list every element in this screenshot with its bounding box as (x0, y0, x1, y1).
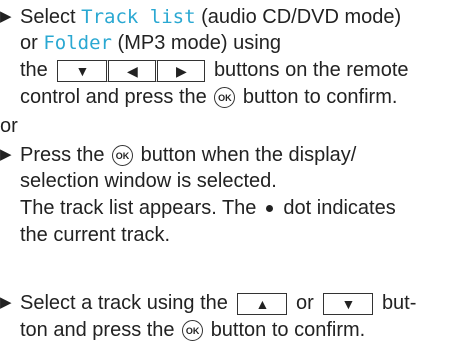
step1-line-1: Select Track list (audio CD/DVD mode) (20, 6, 402, 28)
step1-line-3: the ▼ ◀ ▶ buttons on the remote (20, 59, 409, 82)
step3-line-1: Select a track using the ▲ or ▼ but- (20, 292, 417, 315)
bullet-arrow-icon: ▶ (0, 8, 12, 25)
bullet-arrow-icon: ▶ (0, 146, 12, 163)
step2-line-3: The track list appears. The dot indicates (20, 197, 396, 219)
bullet-arrow-icon: ▶ (0, 294, 12, 311)
left-key-icon: ◀ (106, 59, 157, 82)
ok-button-icon: OK (214, 87, 236, 109)
step1-line-2: or Folder (MP3 mode) using (20, 32, 281, 54)
current-track-dot-icon (266, 205, 274, 213)
folder-highlight: Folder (43, 32, 112, 54)
track-list-highlight: Track list (81, 6, 196, 28)
ok-button-icon: OK (112, 145, 134, 167)
ok-button-icon: OK (182, 320, 204, 342)
step2-line-4: the current track. (20, 224, 171, 246)
down-key-icon: ▼ (57, 59, 108, 82)
or-separator-text: or (0, 115, 18, 137)
down-key-icon: ▼ (323, 292, 374, 315)
step2-line-2: selection window is selected. (20, 170, 277, 192)
right-key-icon: ▶ (155, 59, 206, 82)
remote-keys-group: ▼ ◀ ▶ (57, 59, 206, 82)
step2-line-1: Press the OK button when the display/ (20, 144, 357, 167)
step1-line-4: control and press the OK button to confi… (20, 86, 398, 109)
step3-line-2: ton and press the OK button to confirm. (20, 319, 366, 342)
up-key-icon: ▲ (237, 292, 288, 315)
